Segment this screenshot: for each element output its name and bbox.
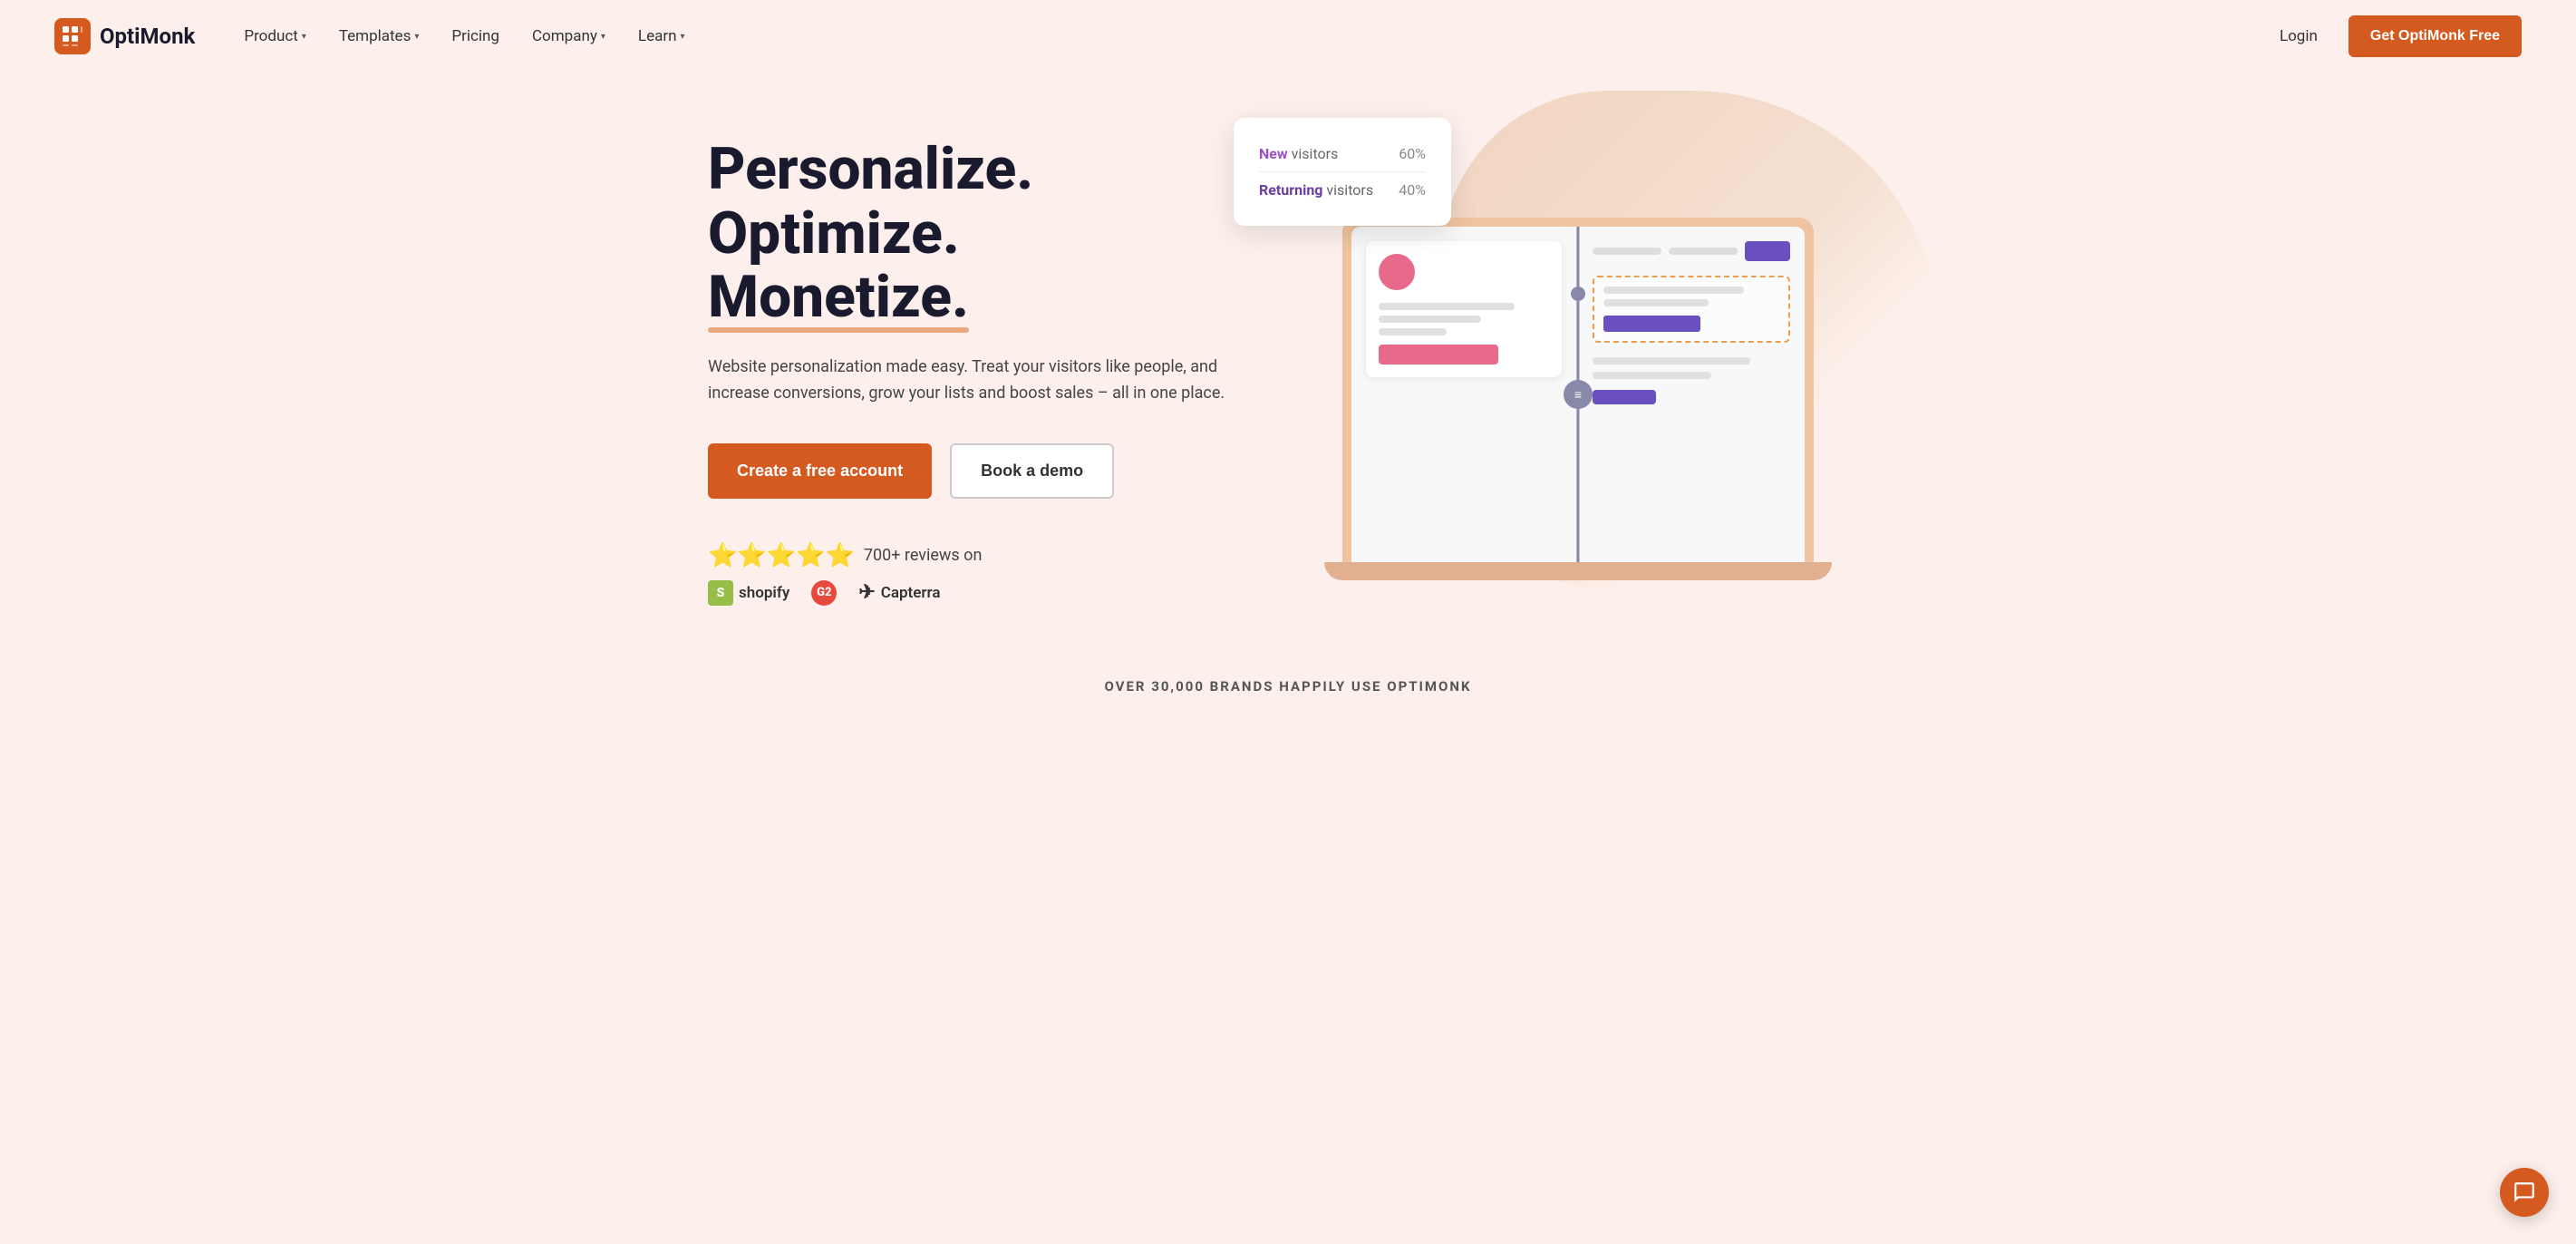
headline-line2: Monetize. <box>708 266 969 329</box>
screen-line-1 <box>1379 303 1515 310</box>
screen-card-left <box>1366 241 1562 377</box>
nav-product[interactable]: Product ▾ <box>231 20 318 53</box>
screen-line-3 <box>1379 328 1447 335</box>
returning-visitors-row: Returning visitors 40% <box>1259 171 1426 208</box>
bottom-banner: OVER 30,000 BRANDS HAPPILY USE OPTIMONK <box>0 653 2576 720</box>
chat-bubble-button[interactable] <box>2500 1168 2549 1217</box>
split-handle-icon: ≡ <box>1564 380 1593 409</box>
company-caret-icon: ▾ <box>601 32 605 42</box>
screen-dashed-line-1 <box>1603 287 1744 294</box>
nav-company[interactable]: Company ▾ <box>519 20 618 53</box>
product-caret-icon: ▾ <box>302 32 306 42</box>
logo-icon <box>54 18 91 54</box>
screen-right-purple <box>1593 390 1656 404</box>
returning-label: Returning <box>1259 181 1322 199</box>
hero-buttons: Create a free account Book a demo <box>708 443 1288 499</box>
nav-templates[interactable]: Templates ▾ <box>326 20 432 53</box>
laptop-illustration: ≡ <box>1342 181 1814 562</box>
shopify-icon: S <box>708 580 733 606</box>
hero-section: Personalize. Optimize. Monetize. Website… <box>635 73 1941 653</box>
shopify-logo: S shopify <box>708 580 789 606</box>
laptop-screen: ≡ <box>1351 227 1805 562</box>
new-visitors-pct: 60% <box>1399 145 1426 162</box>
stars-icon: ⭐⭐⭐⭐⭐ <box>708 542 855 569</box>
hero-right: New visitors 60% Returning visitors 40% <box>1288 145 1868 598</box>
book-demo-button[interactable]: Book a demo <box>950 443 1114 499</box>
learn-caret-icon: ▾ <box>681 32 685 42</box>
new-visitors-row: New visitors 60% <box>1259 136 1426 171</box>
screen-nav <box>1593 241 1790 261</box>
shopify-label: shopify <box>739 584 789 602</box>
capterra-icon: ✈ <box>858 581 875 604</box>
g2-logo: G2 <box>811 580 837 606</box>
get-optimonk-free-button[interactable]: Get OptiMonk Free <box>2348 15 2522 57</box>
nav-right: Login Get OptiMonk Free <box>2267 15 2522 57</box>
screen-nav-purple <box>1745 241 1790 261</box>
screen-left <box>1351 227 1578 562</box>
screen-right-line-1 <box>1593 357 1750 364</box>
templates-caret-icon: ▾ <box>414 32 419 42</box>
screen-content: ≡ <box>1351 227 1805 562</box>
reviews-text: 700+ reviews on <box>864 546 983 565</box>
nav-pricing[interactable]: Pricing <box>439 20 512 53</box>
screen-avatar <box>1379 254 1415 290</box>
screen-right <box>1578 227 1805 562</box>
platforms-row: S shopify G2 ✈ Capterra <box>708 580 1288 606</box>
laptop-body: ≡ <box>1342 218 1814 562</box>
bottom-banner-text: OVER 30,000 BRANDS HAPPILY USE OPTIMONK <box>1104 678 1471 695</box>
hero-subtext: Website personalization made easy. Treat… <box>708 355 1252 407</box>
new-label: New <box>1259 145 1288 162</box>
returning-visitors-label: Returning visitors <box>1259 181 1373 199</box>
screen-purple-button <box>1603 316 1700 332</box>
capterra-logo: ✈ Capterra <box>858 581 940 604</box>
hero-left: Personalize. Optimize. Monetize. Website… <box>708 138 1288 606</box>
returning-visitors-pct: 40% <box>1399 181 1426 199</box>
headline-line1: Personalize. Optimize. <box>708 135 1033 267</box>
screen-dashed-line-2 <box>1603 299 1709 306</box>
create-account-button[interactable]: Create a free account <box>708 443 932 499</box>
reviews-section: ⭐⭐⭐⭐⭐ 700+ reviews on S shopify G2 ✈ Cap… <box>708 542 1288 606</box>
screen-nav-block-2 <box>1669 248 1738 255</box>
navigation: OptiMonk Product ▾ Templates ▾ Pricing C… <box>0 0 2576 73</box>
visitor-stats-card: New visitors 60% Returning visitors 40% <box>1234 118 1451 226</box>
login-button[interactable]: Login <box>2267 20 2330 53</box>
logo-text: OptiMonk <box>100 24 195 49</box>
g2-icon: G2 <box>811 580 837 606</box>
split-top-handle <box>1571 287 1585 301</box>
screen-dashed-box <box>1593 276 1790 343</box>
screen-nav-block-1 <box>1593 248 1661 255</box>
hero-headline: Personalize. Optimize. Monetize. <box>708 138 1288 329</box>
nav-links: Product ▾ Templates ▾ Pricing Company ▾ … <box>231 20 2267 53</box>
screen-pink-button <box>1379 345 1498 364</box>
screen-right-line-2 <box>1593 372 1711 379</box>
chat-icon <box>2513 1181 2536 1204</box>
new-visitors-label: New visitors <box>1259 145 1338 162</box>
logo-link[interactable]: OptiMonk <box>54 18 195 54</box>
laptop-base <box>1324 562 1832 580</box>
capterra-label: Capterra <box>881 584 941 602</box>
reviews-row: ⭐⭐⭐⭐⭐ 700+ reviews on <box>708 542 1288 569</box>
screen-line-2 <box>1379 316 1481 323</box>
nav-learn[interactable]: Learn ▾ <box>625 20 698 53</box>
